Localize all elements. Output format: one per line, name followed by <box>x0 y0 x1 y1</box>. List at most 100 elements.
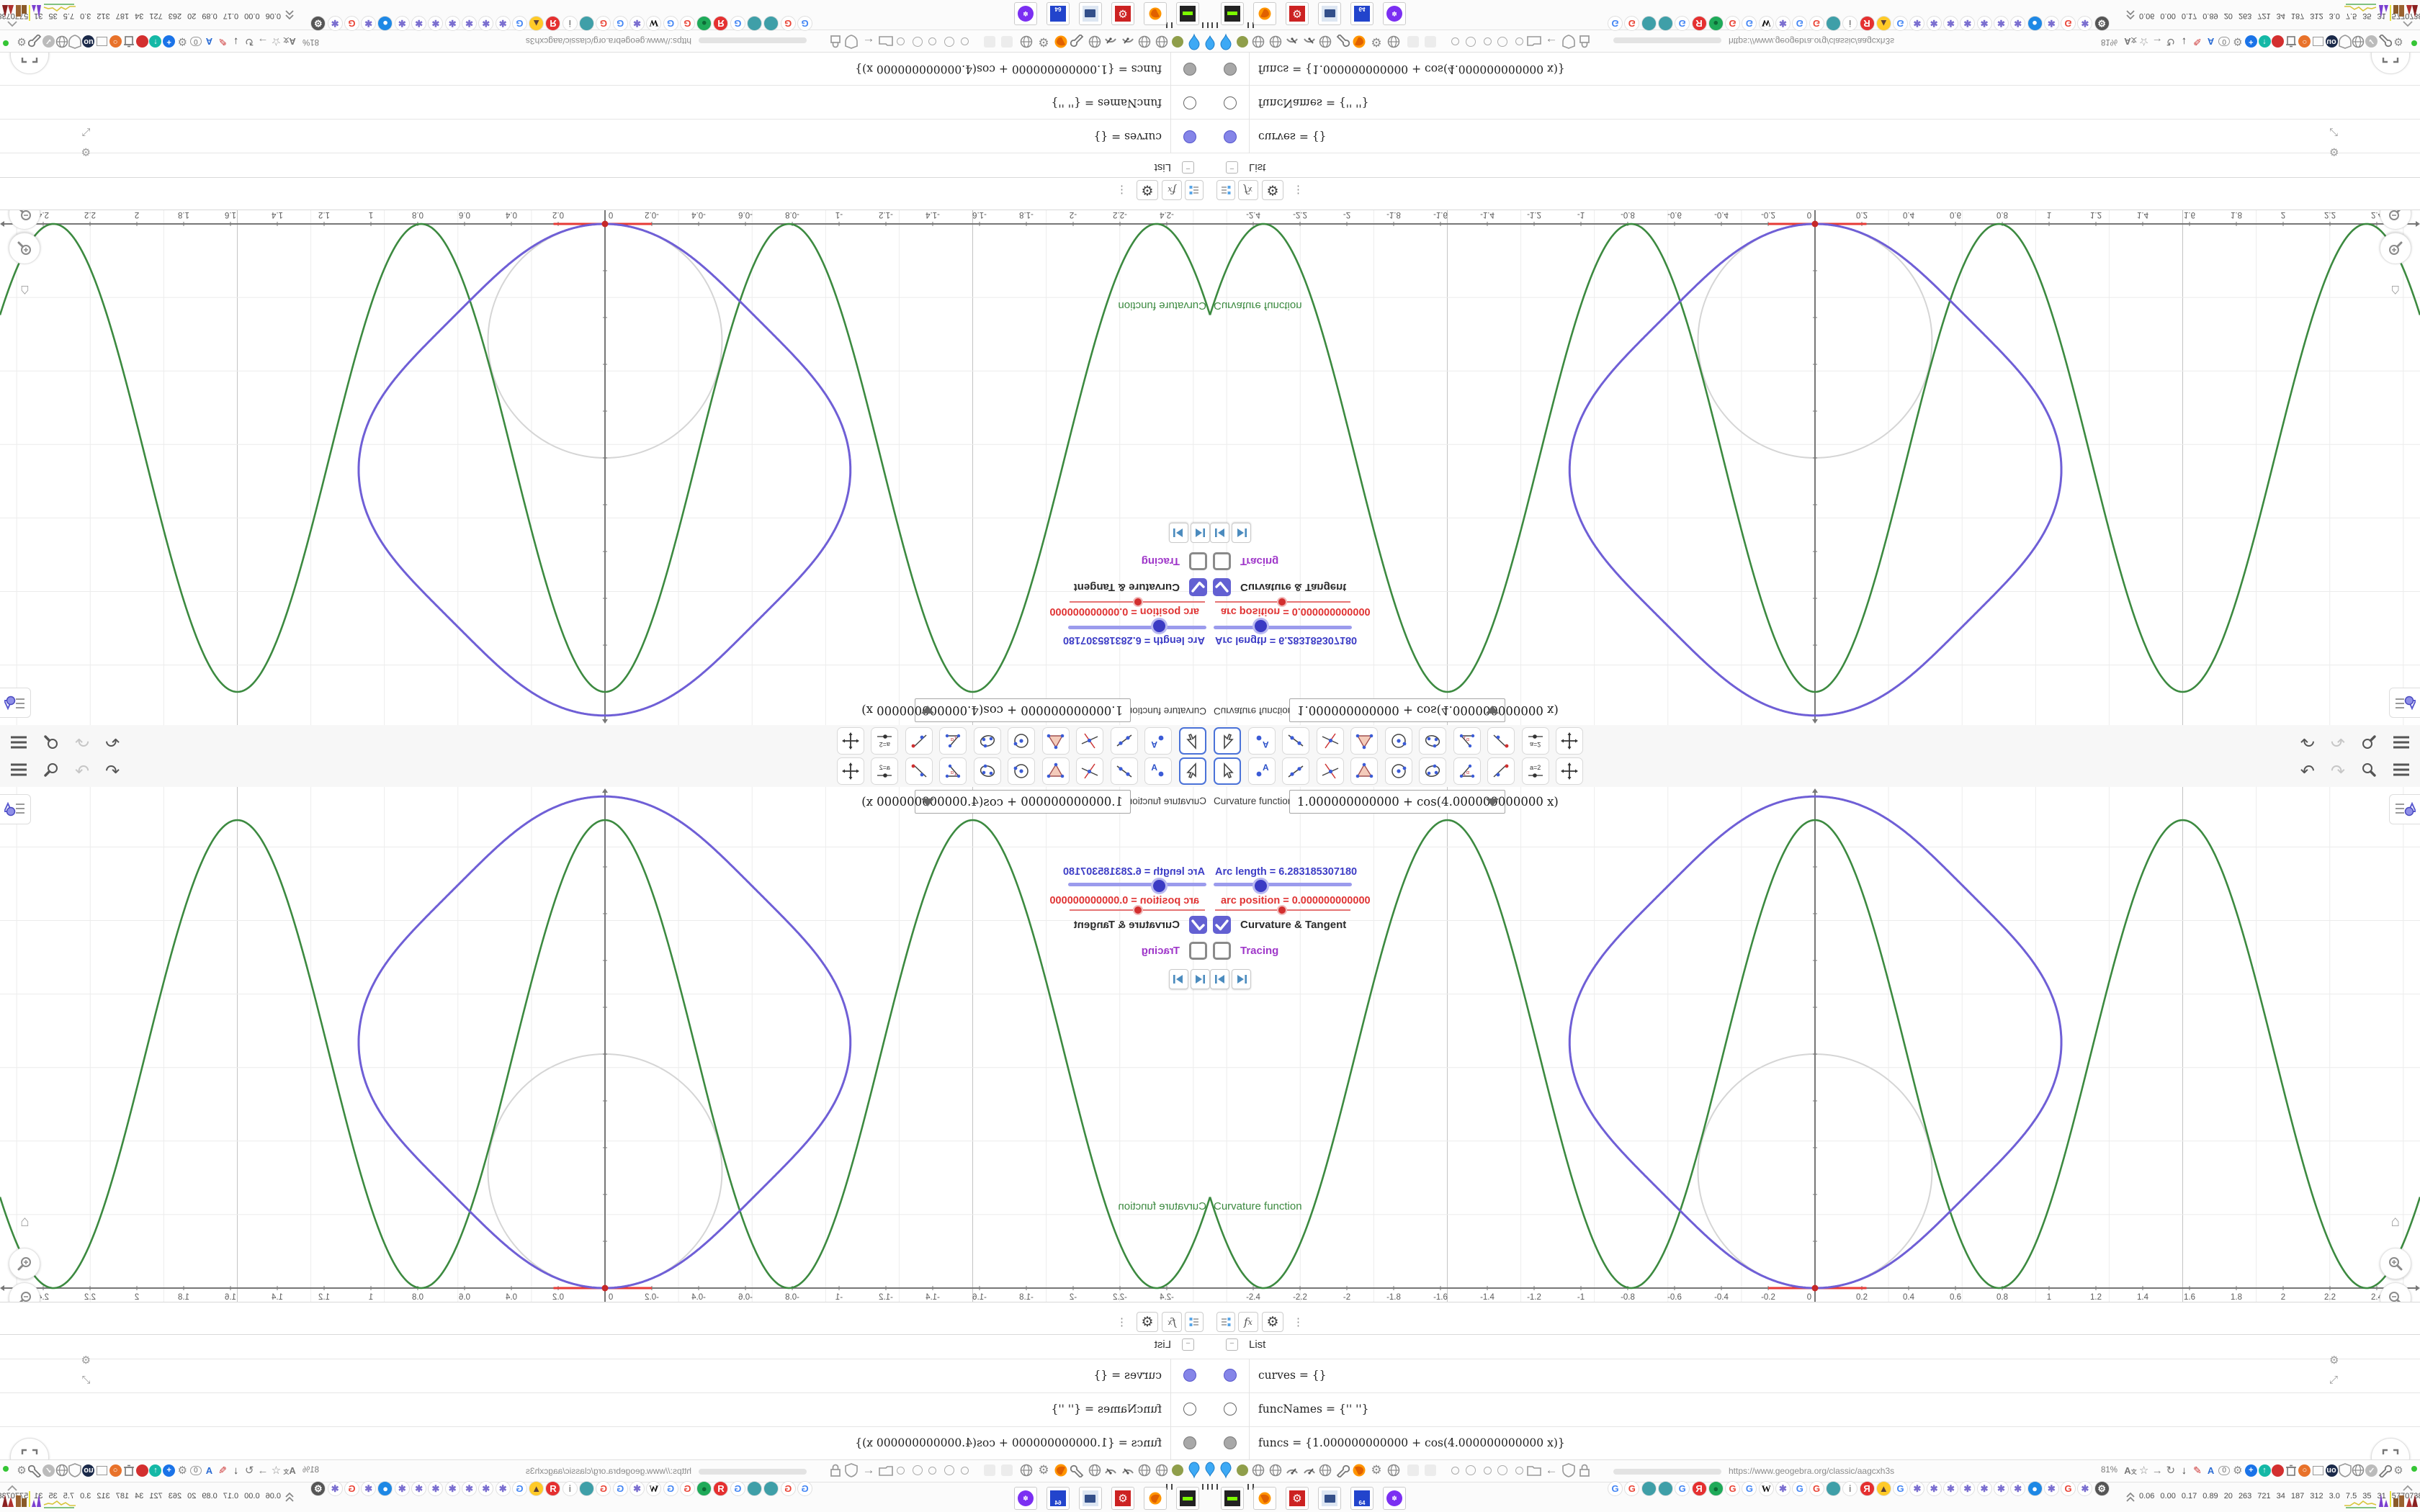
function-dropdown[interactable]: 1.000000000000 + cos(4.000000000000 x) <box>1289 790 1559 814</box>
tool-circle-with-center-button[interactable] <box>1008 727 1036 755</box>
skip-to-end-button[interactable] <box>1169 969 1188 989</box>
window-favicon-g[interactable]: G <box>1893 16 1909 31</box>
window-favicon-snow[interactable]: ✱ <box>428 1481 444 1496</box>
translate-blue-icon[interactable]: A <box>2204 35 2218 49</box>
thumb-icon[interactable]: ✓ <box>2365 1463 2379 1477</box>
zoom-in-button[interactable] <box>2380 233 2411 264</box>
monitor-launcher[interactable] <box>1079 1487 1102 1510</box>
red-gear-launcher[interactable]: ⚙ <box>1286 1487 1309 1510</box>
algebra-row[interactable]: funcs = {1.000000000000 + cos(4.00000000… <box>0 1426 1210 1462</box>
window-favicon-gear[interactable]: ⚙ <box>2094 16 2110 31</box>
home-icon[interactable]: ⌂ <box>20 1213 30 1230</box>
drive-launcher[interactable] <box>1176 2 1199 25</box>
gear-icon[interactable]: ⚙ <box>1369 35 1384 49</box>
window-icon[interactable] <box>2311 1463 2325 1477</box>
tracing-checkbox-label[interactable]: Tracing <box>1142 555 1180 567</box>
window-favicon-snow[interactable]: ✱ <box>2077 1481 2093 1496</box>
tracing-checkbox-label[interactable]: Tracing <box>1240 945 1278 957</box>
tool-slider-button[interactable]: a=2 <box>1521 727 1549 755</box>
zoom-badge[interactable]: 81% <box>2101 1466 2118 1475</box>
gauge-icon[interactable] <box>1103 35 1118 49</box>
back-arrow-icon[interactable]: ← <box>861 1463 876 1477</box>
compass-icon[interactable]: ○ <box>2298 1463 2312 1477</box>
arc-position-slider-handle[interactable] <box>1133 905 1143 915</box>
window-favicon-snow[interactable]: ✱ <box>1976 16 1992 31</box>
window-favicon-teal[interactable] <box>579 16 595 31</box>
window-favicon-g[interactable]: G <box>1608 16 1623 31</box>
radio-icon[interactable] <box>894 35 908 49</box>
tool-angle-button[interactable]: α <box>1453 757 1481 785</box>
tool-intersect-button[interactable] <box>1076 757 1104 785</box>
window-favicon-teal[interactable] <box>1825 16 1841 31</box>
arc-length-slider[interactable] <box>1214 883 1352 886</box>
lock-icon[interactable] <box>1577 1463 1592 1477</box>
window-favicon-snow[interactable]: ✱ <box>1976 1481 1992 1496</box>
curvature-tangent-checkbox-label[interactable]: Curvature & Tangent <box>1240 919 1346 931</box>
window-favicon-g[interactable]: G <box>663 16 678 31</box>
window-favicon-ya[interactable]: Я <box>713 1481 729 1496</box>
add-extension-icon[interactable]: + <box>162 1463 176 1477</box>
window-favicon-g[interactable]: G <box>730 1481 745 1496</box>
window-favicon-g2[interactable]: G <box>2061 1481 2076 1496</box>
drive-launcher[interactable] <box>1221 2 1244 25</box>
back-arrow-icon[interactable]: ← <box>861 35 876 49</box>
window-favicon-snow[interactable]: ✱ <box>394 16 410 31</box>
window-favicon-g[interactable]: G <box>1742 16 1757 31</box>
kite-icon[interactable] <box>1204 1462 1210 1479</box>
add-extension-icon[interactable]: + <box>2244 35 2258 49</box>
monitor-launcher[interactable] <box>1079 2 1102 25</box>
red-gear-launcher[interactable]: ⚙ <box>1286 2 1309 25</box>
wrench-icon[interactable] <box>27 35 42 49</box>
tool-point-button[interactable]: A <box>1247 757 1276 785</box>
window-favicon-teal[interactable] <box>579 1481 595 1496</box>
zoom-in-button[interactable] <box>9 233 40 264</box>
skip-to-start-button[interactable] <box>1191 523 1210 543</box>
window-favicon-img[interactable]: ▲ <box>1876 1481 1891 1496</box>
radio-icon[interactable] <box>1464 1463 1478 1477</box>
lock-icon[interactable] <box>828 35 843 49</box>
compass-icon[interactable]: ○ <box>108 35 122 49</box>
tool-perpendicular-line-button[interactable] <box>1487 757 1515 785</box>
window-favicon-g[interactable]: G <box>1675 1481 1690 1496</box>
kite-icon[interactable] <box>1187 1462 1201 1479</box>
algebra-style-toggle[interactable] <box>1185 180 1204 200</box>
globe-icon[interactable] <box>1155 35 1169 49</box>
window-favicon-snow[interactable]: ✱ <box>444 1481 460 1496</box>
ghost-tab-icon[interactable] <box>1406 1463 1420 1477</box>
gear-icon[interactable]: ⚙ <box>2231 1463 2245 1477</box>
counter-icon[interactable]: 0 <box>189 35 203 49</box>
algebra-row[interactable]: funcNames = {'' ''} <box>0 85 1210 120</box>
tool-circle-with-center-button[interactable] <box>1384 757 1412 785</box>
redo-icon[interactable]: ↷ <box>75 732 89 751</box>
window-favicon-gear[interactable]: ⚙ <box>310 1481 326 1496</box>
window-favicon-g2[interactable]: G <box>1725 16 1741 31</box>
wrench-icon[interactable] <box>1335 35 1350 49</box>
translate-icon[interactable]: A文 <box>282 1463 297 1477</box>
window-favicon-g[interactable]: G <box>511 1481 527 1496</box>
window-favicon-snow[interactable]: ✱ <box>1926 1481 1942 1496</box>
skip-to-end-button[interactable] <box>1232 523 1251 543</box>
tool-move-graphics-button[interactable] <box>1556 757 1583 785</box>
uo-extension-icon[interactable]: uo <box>81 35 96 49</box>
radio-icon[interactable] <box>1464 35 1478 49</box>
thumb-icon[interactable]: ✓ <box>2365 35 2379 49</box>
window-favicon-info[interactable]: i <box>562 16 578 31</box>
folder-icon[interactable] <box>879 1463 893 1477</box>
style-bar-button[interactable] <box>0 794 31 824</box>
floppy64-launcher[interactable]: 64 <box>1047 1487 1070 1510</box>
gear-icon[interactable]: ⚙ <box>1036 1463 1051 1477</box>
curvature-tangent-checkbox-label[interactable]: Curvature & Tangent <box>1074 919 1180 931</box>
tool-slider-button[interactable]: a=2 <box>1521 757 1549 785</box>
skip-to-end-button[interactable] <box>1169 523 1188 543</box>
tool-line-button[interactable] <box>1111 727 1138 755</box>
tool-polygon-button[interactable] <box>1042 727 1070 755</box>
ghost-tab-icon[interactable] <box>1406 35 1420 49</box>
window-favicon-snow[interactable]: ✱ <box>478 1481 494 1496</box>
visibility-marble[interactable] <box>1224 1436 1237 1449</box>
visibility-marble[interactable] <box>1183 130 1196 143</box>
settings-gear-button[interactable]: ⚙ <box>1137 180 1158 200</box>
zoom-badge[interactable]: 81% <box>2101 37 2118 46</box>
add-extension-icon[interactable]: + <box>2244 1463 2258 1477</box>
window-favicon-chat[interactable]: ● <box>377 16 393 31</box>
window-favicon-teal[interactable] <box>1641 16 1657 31</box>
